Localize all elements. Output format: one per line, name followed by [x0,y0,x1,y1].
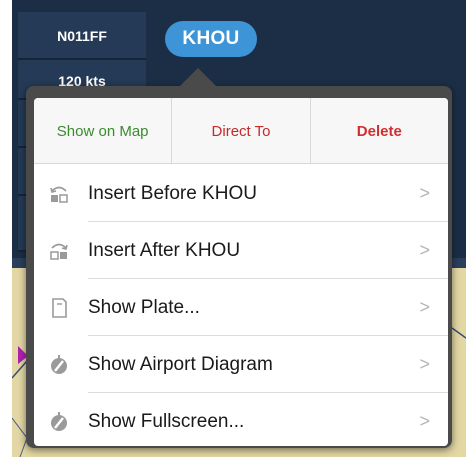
popover-arrow [180,68,216,86]
popover-content: Show on Map Direct To Delete Insert Befo… [34,98,448,446]
menu-item-show-plate[interactable]: Show Plate... > [34,279,448,336]
menu-item-label: Show Airport Diagram [88,354,273,375]
delete-button[interactable]: Delete [309,98,448,163]
direct-to-button[interactable]: Direct To [171,98,309,163]
fullscreen-icon [51,412,67,431]
insert-before-icon [50,186,68,203]
insert-after-icon [50,243,68,260]
menu-item-insert-after[interactable]: Insert After KHOU > [34,222,448,279]
menu-item-label: Insert Before KHOU [88,183,257,204]
plate-icon [52,298,67,318]
menu-item-airport-diagram[interactable]: Show Airport Diagram > [34,336,448,393]
menu-item-fullscreen[interactable]: Show Fullscreen... > [34,393,448,446]
action-bar: Show on Map Direct To Delete [34,98,448,164]
chevron-right-icon: > [419,183,430,203]
sidebar-item-tail-number[interactable]: N011FF [18,12,146,60]
chevron-right-icon: > [419,240,430,260]
menu-item-label: Insert After KHOU [88,240,241,261]
airport-diagram-icon [51,355,67,374]
sidebar-item-label: N011FF [57,28,107,44]
menu-item-label: Show Plate... [88,297,200,318]
menu-item-insert-before[interactable]: Insert Before KHOU > [34,165,448,222]
waypoint-bubble[interactable]: KHOU [165,21,257,57]
chevron-right-icon: > [419,411,430,431]
menu-item-label: Show Fullscreen... [88,411,245,432]
chevron-right-icon: > [419,297,430,317]
show-on-map-button[interactable]: Show on Map [34,98,171,163]
chevron-right-icon: > [419,354,430,374]
